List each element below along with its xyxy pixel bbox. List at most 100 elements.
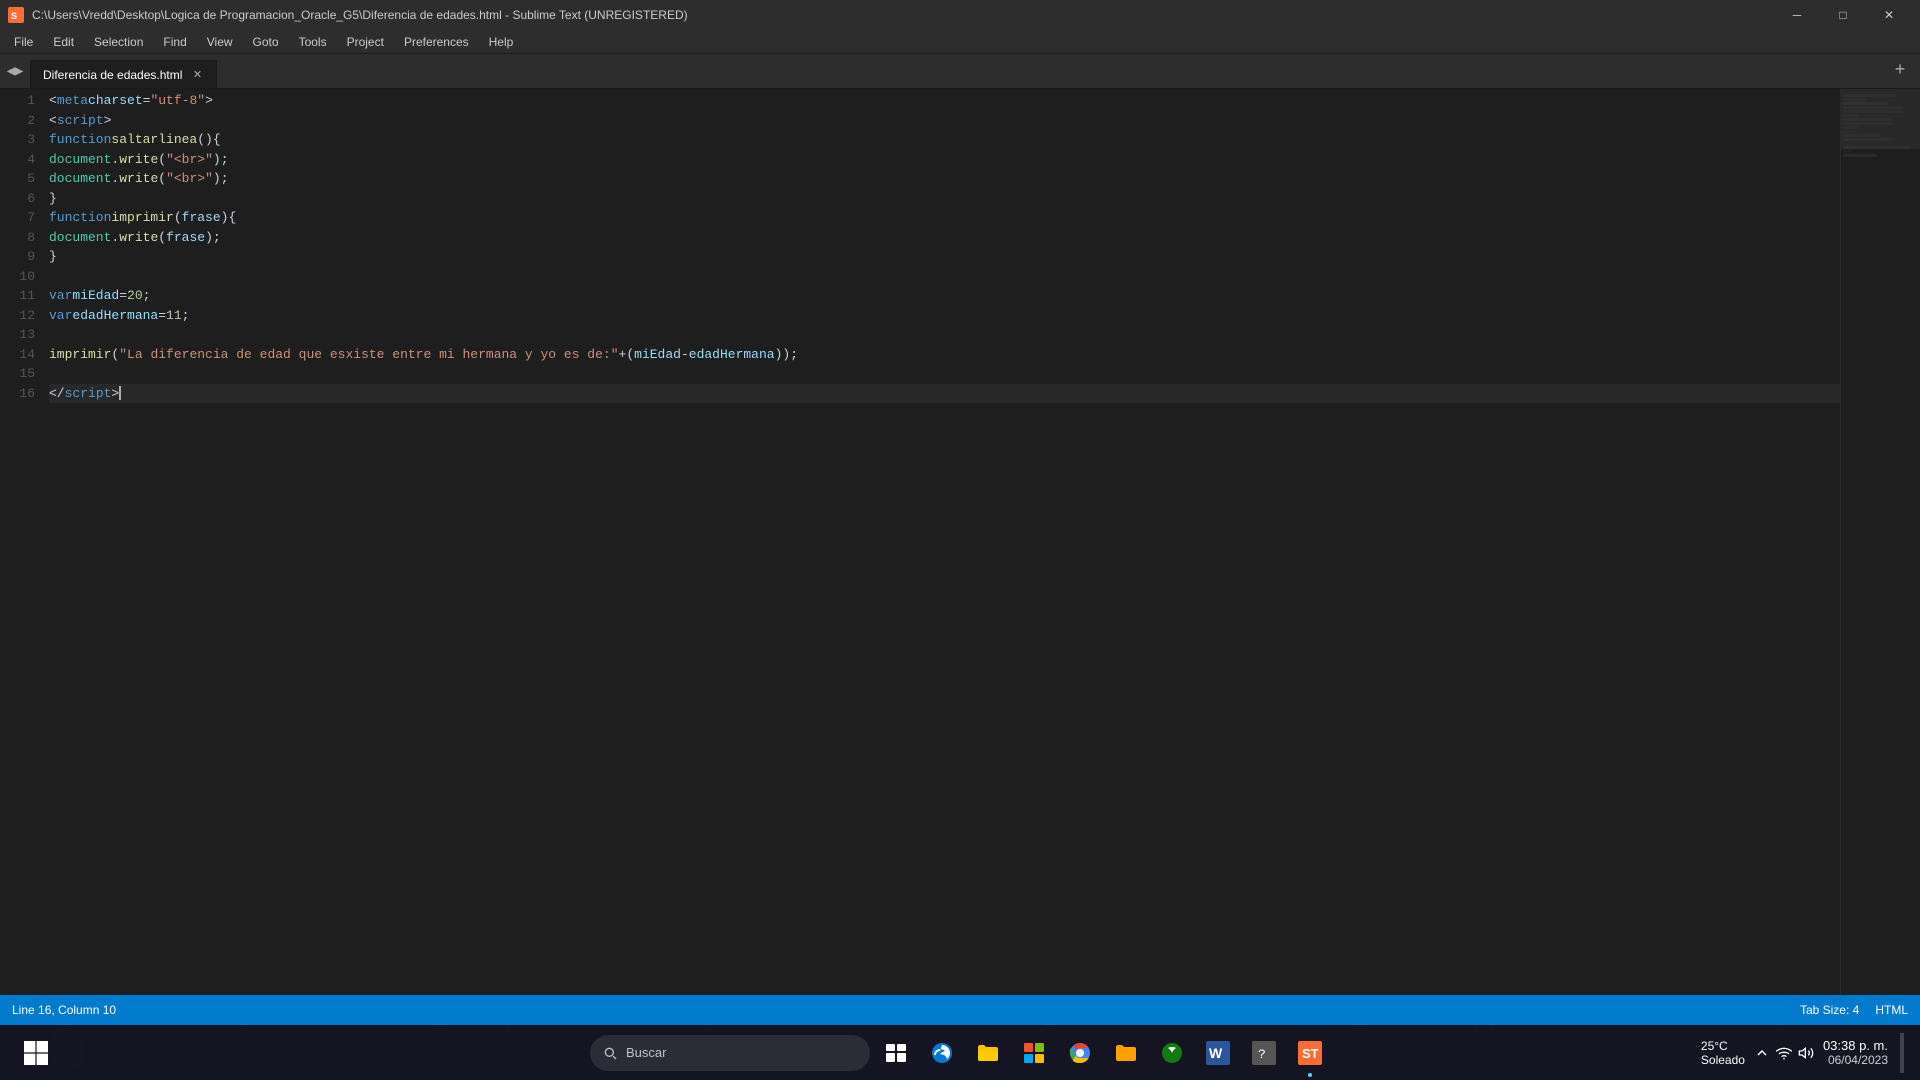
code-line-9: } xyxy=(49,247,1840,267)
tab-size-status: Tab Size: 4 xyxy=(1800,1003,1859,1017)
tab-diferencia[interactable]: Diferencia de edades.html ✕ xyxy=(30,60,217,88)
chrome-icon[interactable] xyxy=(1060,1033,1100,1073)
window-controls: ─ □ ✕ xyxy=(1774,0,1912,30)
time-display: 03:38 p. m. xyxy=(1823,1038,1888,1053)
line-number-2: 2 xyxy=(16,111,35,131)
search-icon xyxy=(602,1045,618,1061)
search-placeholder: Buscar xyxy=(626,1045,666,1060)
volume-icon[interactable] xyxy=(1797,1044,1815,1062)
code-line-1: <meta charset="utf-8"> xyxy=(49,91,1840,111)
menu-item-help[interactable]: Help xyxy=(479,32,524,52)
status-left: Line 16, Column 10 xyxy=(12,1003,116,1017)
show-desktop-button[interactable] xyxy=(1900,1033,1904,1073)
taskbar-center: Buscar xyxy=(590,1033,1330,1073)
weather-desc: Soleado xyxy=(1701,1053,1745,1067)
xbox-icon[interactable] xyxy=(1152,1033,1192,1073)
svg-text:?: ? xyxy=(1258,1047,1266,1062)
line-number-3: 3 xyxy=(16,130,35,150)
svg-text:ST: ST xyxy=(1302,1046,1319,1061)
app-icon: S xyxy=(8,7,24,23)
menu-item-find[interactable]: Find xyxy=(153,32,196,52)
line-number-15: 15 xyxy=(16,364,35,384)
word-icon[interactable]: W xyxy=(1198,1033,1238,1073)
line-number-9: 9 xyxy=(16,247,35,267)
tab-close-button[interactable]: ✕ xyxy=(190,68,204,82)
line-col-status: Line 16, Column 10 xyxy=(12,1003,116,1017)
editor-container: 12345678910111213141516 <meta charset="u… xyxy=(0,89,1920,995)
taskbar: Buscar xyxy=(0,1025,1920,1080)
file-explorer-2-icon[interactable] xyxy=(1106,1033,1146,1073)
title-bar: S C:\Users\Vredd\Desktop\Logica de Progr… xyxy=(0,0,1920,30)
title-bar-left: S C:\Users\Vredd\Desktop\Logica de Progr… xyxy=(8,7,688,23)
code-line-11: var miEdad = 20; xyxy=(49,286,1840,306)
code-line-10 xyxy=(49,267,1840,287)
tab-label: Diferencia de edades.html xyxy=(43,68,182,82)
close-button[interactable]: ✕ xyxy=(1866,0,1912,30)
clock[interactable]: 03:38 p. m. 06/04/2023 xyxy=(1823,1038,1888,1067)
tray-expand-icon[interactable] xyxy=(1753,1044,1771,1062)
start-button[interactable] xyxy=(16,1033,56,1073)
menu-item-preferences[interactable]: Preferences xyxy=(394,32,479,52)
search-bar[interactable]: Buscar xyxy=(590,1035,870,1071)
line-number-13: 13 xyxy=(16,325,35,345)
line-number-14: 14 xyxy=(16,345,35,365)
status-right: Tab Size: 4 HTML xyxy=(1800,1003,1908,1017)
title-text: C:\Users\Vredd\Desktop\Logica de Program… xyxy=(32,8,688,22)
menu-item-edit[interactable]: Edit xyxy=(43,32,84,52)
code-line-13 xyxy=(49,325,1840,345)
code-line-2: <script> xyxy=(49,111,1840,131)
weather-widget: 25°C Soleado xyxy=(1701,1039,1745,1067)
svg-text:W: W xyxy=(1209,1045,1223,1061)
line-number-11: 11 xyxy=(16,286,35,306)
menu-item-tools[interactable]: Tools xyxy=(289,32,337,52)
code-line-7: function imprimir(frase){ xyxy=(49,208,1840,228)
svg-text:S: S xyxy=(11,12,17,23)
code-line-4: document.write("<br>"); xyxy=(49,150,1840,170)
code-line-16: </script> xyxy=(49,384,1840,404)
code-line-15 xyxy=(49,364,1840,384)
windows-store-icon[interactable] xyxy=(1014,1033,1054,1073)
code-line-8: document.write(frase); xyxy=(49,228,1840,248)
file-explorer-icon[interactable] xyxy=(968,1033,1008,1073)
code-area[interactable]: <meta charset="utf-8"><script>function s… xyxy=(45,89,1840,995)
unknown-app-icon[interactable]: ? xyxy=(1244,1033,1284,1073)
line-number-6: 6 xyxy=(16,189,35,209)
menu-item-goto[interactable]: Goto xyxy=(243,32,289,52)
system-tray xyxy=(1753,1044,1815,1062)
tab-bar: ◀▶ Diferencia de edades.html ✕ + xyxy=(0,54,1920,89)
code-line-5: document.write("<br>"); xyxy=(49,169,1840,189)
tab-nav-left[interactable]: ◀▶ xyxy=(0,54,30,89)
syntax-status: HTML xyxy=(1875,1003,1908,1017)
line-number-16: 16 xyxy=(16,384,35,404)
line-number-5: 5 xyxy=(16,169,35,189)
status-bar: Line 16, Column 10 Tab Size: 4 HTML xyxy=(0,995,1920,1025)
line-number-7: 7 xyxy=(16,208,35,228)
minimap[interactable] xyxy=(1840,89,1920,995)
menu-item-project[interactable]: Project xyxy=(337,32,394,52)
temperature: 25°C xyxy=(1701,1039,1728,1053)
line-number-10: 10 xyxy=(16,267,35,287)
menu-item-view[interactable]: View xyxy=(197,32,243,52)
code-line-12: var edadHermana = 11; xyxy=(49,306,1840,326)
menu-item-file[interactable]: File xyxy=(4,32,43,52)
maximize-button[interactable]: □ xyxy=(1820,0,1866,30)
menu-item-selection[interactable]: Selection xyxy=(84,32,153,52)
taskbar-right: 25°C Soleado 03:38 p. m. 06/04/2023 xyxy=(1701,1033,1904,1073)
line-numbers: 12345678910111213141516 xyxy=(0,89,45,995)
date-display: 06/04/2023 xyxy=(1823,1053,1888,1067)
edge-icon[interactable] xyxy=(922,1033,962,1073)
line-number-12: 12 xyxy=(16,306,35,326)
network-icon[interactable] xyxy=(1775,1044,1793,1062)
taskbar-left xyxy=(16,1033,56,1073)
line-number-1: 1 xyxy=(16,91,35,111)
code-line-14: imprimir("La diferencia de edad que esxi… xyxy=(49,345,1840,365)
minimize-button[interactable]: ─ xyxy=(1774,0,1820,30)
line-number-4: 4 xyxy=(16,150,35,170)
code-line-3: function saltarlinea(){ xyxy=(49,130,1840,150)
line-number-8: 8 xyxy=(16,228,35,248)
sublime-taskbar-icon[interactable]: ST xyxy=(1290,1033,1330,1073)
task-view-button[interactable] xyxy=(876,1033,916,1073)
menu-bar: FileEditSelectionFindViewGotoToolsProjec… xyxy=(0,30,1920,54)
new-tab-button[interactable]: + xyxy=(1888,59,1912,83)
code-line-6: } xyxy=(49,189,1840,209)
